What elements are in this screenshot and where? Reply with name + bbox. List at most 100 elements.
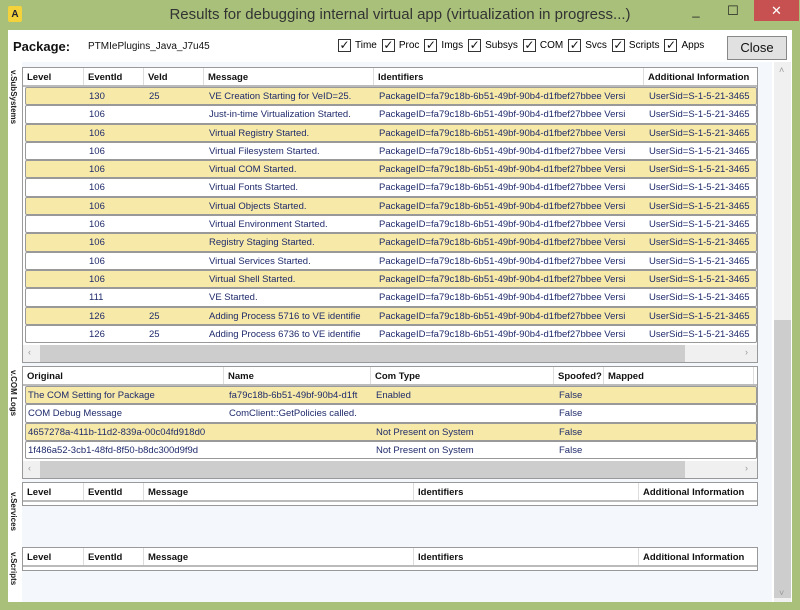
- main-vscrollbar[interactable]: ˄ ˅: [774, 62, 791, 602]
- checkbox-check-icon[interactable]: ✓: [424, 39, 438, 52]
- table-row[interactable]: 106 Virtual Fonts Started. PackageID=fa79c…: [25, 178, 757, 197]
- checkbox-check-icon[interactable]: ✓: [568, 39, 582, 52]
- column-header[interactable]: Name: [224, 367, 371, 384]
- checkbox-scripts[interactable]: ✓ Scripts: [611, 39, 659, 52]
- column-header[interactable]: Additional Information: [639, 548, 757, 565]
- checkbox-com[interactable]: ✓ COM: [522, 39, 563, 52]
- table-row[interactable]: The COM Setting for Package fa79c18b-6b51…: [25, 386, 757, 405]
- table-row[interactable]: 4657278a-411b-11d2-839a-00c04fd918d0 Not …: [25, 422, 757, 441]
- table-cell: [24, 326, 85, 342]
- table-row[interactable]: 106 Virtual Services Started. PackageID=fa…: [25, 251, 757, 270]
- column-header[interactable]: Message: [204, 68, 374, 85]
- table-cell: [145, 198, 205, 214]
- table-cell: [145, 179, 205, 195]
- table-cell: 106: [89, 145, 105, 157]
- checkbox-check-icon[interactable]: ✓: [522, 39, 536, 52]
- column-header[interactable]: Identifiers: [414, 548, 639, 565]
- table-cell: PackageID=fa79c18b-6b51-49bf-90b4-d1fbef…: [379, 109, 626, 121]
- table-cell: Virtual COM Started.: [209, 164, 297, 176]
- table-cell: UserSid=S-1-5-21-3465: [649, 91, 750, 102]
- column-header[interactable]: Level: [23, 548, 84, 565]
- subsystems-label: v.SubSystems: [9, 70, 18, 125]
- table-cell: 106: [89, 182, 105, 194]
- table-cell: Adding Process 6736 to VE identifie: [209, 328, 361, 340]
- column-header[interactable]: Original: [23, 367, 224, 384]
- column-header[interactable]: Message: [144, 548, 414, 565]
- table-row[interactable]: 111 VE Started. PackageID=fa79c18b-6b51-49…: [24, 288, 757, 307]
- table-cell: 106: [89, 200, 105, 212]
- column-header[interactable]: Level: [23, 68, 84, 85]
- checkbox-svcs[interactable]: ✓ Svcs: [568, 39, 607, 52]
- table-cell: False: [559, 390, 583, 401]
- table-row[interactable]: 126 25 Adding Process 6736 to VE identifie…: [24, 324, 757, 344]
- subsystems-hscrollbar[interactable]: ‹ ›: [23, 345, 757, 362]
- close-button[interactable]: Close: [727, 36, 787, 60]
- table-cell: Virtual Filesystem Started.: [209, 145, 320, 157]
- table-cell: [605, 442, 755, 458]
- table-row[interactable]: 106 Virtual Shell Started. PackageID=fa79c…: [25, 269, 757, 289]
- checkbox-subsys[interactable]: ✓ Subsys: [468, 39, 518, 52]
- maximize-button[interactable]: ☐: [720, 0, 746, 21]
- checkbox-time[interactable]: ✓ Time: [338, 39, 377, 52]
- column-header[interactable]: Level: [23, 483, 84, 500]
- table-cell: UserSid=S-1-5-21-3465: [649, 164, 750, 176]
- window-close-button[interactable]: ✕: [754, 0, 799, 21]
- column-header[interactable]: Message: [144, 483, 414, 500]
- column-header[interactable]: EventId: [84, 548, 144, 565]
- checkbox-apps[interactable]: ✓ Apps: [664, 39, 704, 52]
- table-cell: Adding Process 5716 to VE identifie: [209, 310, 361, 322]
- table-cell: [24, 289, 85, 305]
- table-row[interactable]: 126 25 Adding Process 5716 to VE identifie…: [25, 306, 757, 325]
- table-cell: 106: [89, 109, 105, 121]
- table-cell: [225, 424, 372, 440]
- services-label: v.Services: [9, 492, 18, 531]
- table-row[interactable]: 1f486a52-3cb1-48fd-8f50-b8dc300d9f9d Not …: [25, 440, 757, 460]
- table-row[interactable]: 106 Virtual Registry Started. PackageID=fa…: [25, 123, 757, 142]
- table-cell: UserSid=S-1-5-21-3465: [649, 310, 750, 322]
- table-cell: Not Present on System: [376, 426, 474, 438]
- com-logs-hscrollbar[interactable]: ‹ ›: [23, 461, 757, 478]
- table-row[interactable]: 106 Virtual Filesystem Started. PackageID=…: [25, 141, 757, 161]
- table-cell: 25: [149, 310, 160, 322]
- column-header[interactable]: Additional Information: [639, 483, 757, 500]
- table-row[interactable]: COM Debug Message ComClient::GetPolicies …: [25, 404, 757, 423]
- checkbox-imgs[interactable]: ✓ Imgs: [424, 39, 463, 52]
- minimize-button[interactable]: _: [683, 0, 709, 21]
- table-cell: UserSid=S-1-5-21-3465: [649, 255, 750, 267]
- table-row[interactable]: 106 Virtual COM Started. PackageID=fa79c18…: [25, 160, 757, 179]
- package-value: PTMIePlugins_Java_J7u45: [88, 41, 210, 52]
- table-cell: PackageID=fa79c18b-6b51-49bf-90b4-d1fbef…: [379, 255, 626, 267]
- checkbox-check-icon[interactable]: ✓: [664, 39, 678, 52]
- table-cell: False: [559, 426, 583, 438]
- column-header[interactable]: Additional Information: [644, 68, 757, 85]
- column-header[interactable]: Mapped: [604, 367, 754, 384]
- table-row[interactable]: 106 Registry Staging Started. PackageID=fa…: [25, 233, 757, 252]
- table-cell: UserSid=S-1-5-21-3465: [649, 273, 750, 285]
- checkbox-check-icon[interactable]: ✓: [338, 39, 351, 52]
- table-row[interactable]: 106 Just-in-time Virtualization Started. P…: [25, 105, 757, 124]
- table-cell: [605, 424, 755, 440]
- column-header[interactable]: Identifiers: [374, 68, 644, 85]
- column-header[interactable]: EventId: [84, 483, 144, 500]
- table-cell: UserSid=S-1-5-21-3465: [649, 292, 750, 304]
- checkbox-check-icon[interactable]: ✓: [381, 39, 395, 52]
- table-cell: PackageID=fa79c18b-6b51-49bf-90b4-d1fbef…: [379, 328, 626, 340]
- table-row[interactable]: 130 25 VE Creation Starting for VeID=25. Pa…: [25, 87, 757, 106]
- column-header[interactable]: Identifiers: [414, 483, 639, 500]
- table-cell: [605, 405, 755, 421]
- column-header[interactable]: VeId: [144, 68, 204, 85]
- checkbox-label: Svcs: [585, 40, 607, 51]
- table-cell: UserSid=S-1-5-21-3465: [649, 200, 750, 212]
- table-row[interactable]: 106 Virtual Environment Started. PackageID…: [25, 215, 757, 234]
- checkbox-proc[interactable]: ✓ Proc: [381, 39, 419, 52]
- column-header[interactable]: EventId: [84, 68, 144, 85]
- column-header[interactable]: Com Type: [371, 367, 554, 384]
- table-cell: UserSid=S-1-5-21-3465: [649, 219, 750, 231]
- package-label: Package:: [13, 39, 71, 54]
- table-cell: VE Creation Starting for VeID=25.: [209, 91, 352, 102]
- checkbox-check-icon[interactable]: ✓: [611, 39, 625, 52]
- table-row[interactable]: 106 Virtual Objects Started. PackageID=fa7…: [25, 196, 757, 216]
- checkbox-check-icon[interactable]: ✓: [468, 39, 482, 52]
- column-header[interactable]: Spoofed?: [554, 367, 604, 384]
- table-cell: 126: [89, 310, 105, 322]
